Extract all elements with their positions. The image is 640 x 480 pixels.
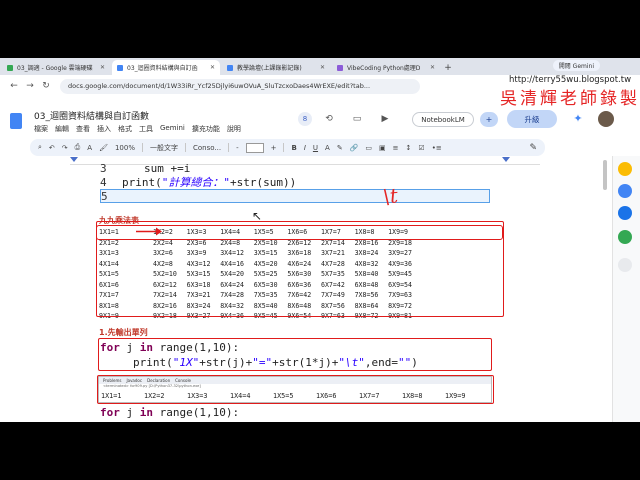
code-snippet-next[interactable]: for j in range(1,10): xyxy=(100,406,239,419)
code-text: range(1,10): xyxy=(153,406,240,419)
menu-insert[interactable]: 插入 xyxy=(97,124,111,134)
menu-extensions[interactable]: 擴充功能 xyxy=(192,124,220,134)
divider xyxy=(141,143,143,152)
scrollbar[interactable] xyxy=(603,160,607,190)
red-arrow-icon xyxy=(136,227,162,236)
code-string: "計算總合：" xyxy=(161,176,230,189)
menu-format[interactable]: 格式 xyxy=(118,124,132,134)
highlight-icon[interactable]: ✎ xyxy=(337,144,343,152)
add-person-icon[interactable]: + xyxy=(480,112,498,127)
browser-tab[interactable]: VibeCoding Python處理D ✕ xyxy=(332,60,440,75)
drive-favicon-icon xyxy=(7,64,13,71)
align-icon[interactable]: ≡ xyxy=(393,144,399,152)
code-keyword: for xyxy=(100,406,120,419)
back-icon[interactable]: ← xyxy=(6,81,22,91)
close-icon[interactable]: ✕ xyxy=(427,64,435,71)
red-highlight-code xyxy=(98,338,492,371)
docs-menu-bar: 檔案 編輯 查看 插入 格式 工具 Gemini 擴充功能 說明 xyxy=(34,124,241,134)
search-icon[interactable]: ⌕ xyxy=(38,143,42,152)
section-title-single-row: 1.先輸出單列 xyxy=(99,328,148,337)
editing-mode-icon[interactable]: ✎ xyxy=(529,143,537,153)
docs-toolbar: ⌕ ↶ ↷ ⎙ A 🖌 100% 一般文字 Conso... - + B I U… xyxy=(30,139,545,156)
code-text: j xyxy=(119,406,140,419)
history-icon[interactable]: ⟲ xyxy=(322,112,336,126)
insert-comment-icon[interactable]: ▭ xyxy=(365,144,372,152)
italic-icon[interactable]: I xyxy=(304,144,306,152)
code-line: 3 sum +=i xyxy=(100,162,490,175)
new-tab-button[interactable]: + xyxy=(442,60,454,75)
menu-tools[interactable]: 工具 xyxy=(139,124,153,134)
doc-title[interactable]: 03_迴圈資料結構與自訂函數 xyxy=(34,109,149,122)
link-icon[interactable]: 🔗 xyxy=(350,144,359,152)
code-line-current: 5 xyxy=(100,189,490,203)
close-icon[interactable]: ✕ xyxy=(97,64,105,71)
indent-marker[interactable] xyxy=(502,157,510,162)
divider xyxy=(184,143,186,152)
spellcheck-icon[interactable]: A xyxy=(87,144,92,152)
menu-edit[interactable]: 編輯 xyxy=(55,124,69,134)
divider xyxy=(228,143,230,152)
avatar[interactable] xyxy=(598,111,614,127)
contacts-icon[interactable] xyxy=(618,206,632,220)
tasks-icon[interactable] xyxy=(618,184,632,198)
red-highlight-console xyxy=(97,375,494,404)
indent-marker[interactable] xyxy=(70,157,78,162)
text-color-icon[interactable]: A xyxy=(325,144,330,152)
gemini-sparkle-icon[interactable]: ✦ xyxy=(571,111,585,125)
vibecoding-favicon-icon xyxy=(337,64,343,71)
redo-icon[interactable]: ↷ xyxy=(62,144,68,152)
line-number: 3 xyxy=(100,162,107,175)
docs-logo-icon[interactable] xyxy=(10,113,22,129)
docs-favicon-icon xyxy=(117,64,123,71)
video-call-icon[interactable]: ▶ xyxy=(378,112,392,126)
maps-icon[interactable] xyxy=(618,230,632,244)
reload-icon[interactable]: ↻ xyxy=(38,81,54,91)
bullet-list-icon[interactable]: •≡ xyxy=(432,144,442,152)
recorder-watermark: 吳清輝老師錄製 xyxy=(500,89,640,109)
comment-icon[interactable]: ▭ xyxy=(350,112,364,126)
style-select[interactable]: 一般文字 xyxy=(150,143,178,153)
url-input[interactable]: docs.google.com/document/d/1W33iRr_Ycf25… xyxy=(60,78,420,94)
checklist-icon[interactable]: ☑ xyxy=(418,144,424,152)
undo-icon[interactable]: ↶ xyxy=(49,144,55,152)
menu-help[interactable]: 說明 xyxy=(227,124,241,134)
line-number: 4 xyxy=(100,175,107,189)
docs-favicon-icon xyxy=(227,64,233,71)
close-icon[interactable]: ✕ xyxy=(317,64,325,71)
code-text: print( xyxy=(122,175,162,189)
notebooklm-button[interactable]: NotebookLM xyxy=(412,112,474,127)
zoom-select[interactable]: 100% xyxy=(115,144,135,152)
browser-tab-strip: 03_調適 - Google 雲端硬碟 ✕ 03_迴圈資料結構與自訂函 ✕ 教學論壇… xyxy=(0,58,640,75)
upgrade-button[interactable]: 升級 xyxy=(507,110,557,128)
line-spacing-icon[interactable]: ↕ xyxy=(406,144,412,152)
print-icon[interactable]: ⎙ xyxy=(75,143,81,152)
bold-icon[interactable]: B xyxy=(291,144,296,152)
handwritten-annotation: \t xyxy=(381,183,399,209)
font-size-input[interactable] xyxy=(245,142,264,153)
menu-file[interactable]: 檔案 xyxy=(34,124,48,134)
add-on-icon[interactable] xyxy=(618,258,632,272)
paint-format-icon[interactable]: 🖌 xyxy=(99,144,108,152)
collaborator-badge[interactable]: 8 xyxy=(298,112,312,126)
menu-gemini[interactable]: Gemini xyxy=(160,124,185,134)
code-snippet-sum[interactable]: 3 sum +=i 4 print( "計算總合：" +str(sum)) 5 xyxy=(100,162,490,204)
font-size-increase[interactable]: + xyxy=(271,144,277,152)
browser-tab[interactable]: 03_調適 - Google 雲端硬碟 ✕ xyxy=(2,60,110,75)
menu-view[interactable]: 查看 xyxy=(76,124,90,134)
underline-icon[interactable]: U xyxy=(313,144,318,152)
code-keyword: in xyxy=(139,406,153,419)
keep-icon[interactable] xyxy=(618,162,632,176)
font-size-decrease[interactable]: - xyxy=(236,144,239,152)
code-text: +str(sum)) xyxy=(230,175,297,189)
image-icon[interactable]: ▣ xyxy=(379,144,386,152)
line-number: 5 xyxy=(101,189,108,203)
gemini-button[interactable]: 開閱 Gemini xyxy=(552,60,600,71)
divider xyxy=(283,143,285,152)
close-icon[interactable]: ✕ xyxy=(207,64,215,71)
browser-tab-active[interactable]: 03_迴圈資料結構與自訂函 ✕ xyxy=(112,60,220,75)
browser-tab[interactable]: 教學論壇(上課錄影記錄) ✕ xyxy=(222,60,330,75)
forward-icon[interactable]: → xyxy=(22,81,38,91)
code-line: 4 print( "計算總合：" +str(sum)) xyxy=(100,175,490,190)
font-select[interactable]: Conso... xyxy=(193,144,221,152)
